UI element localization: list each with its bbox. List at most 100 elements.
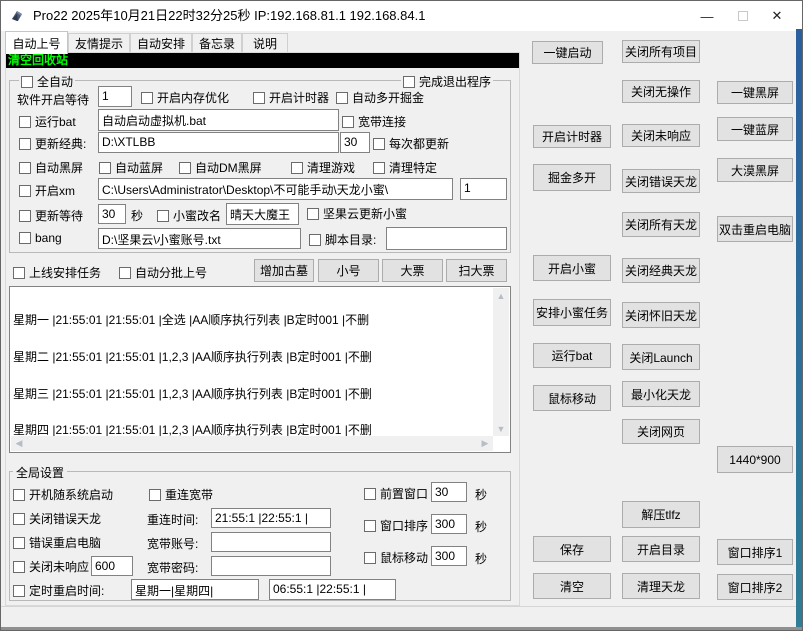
close-all-projects-button[interactable]: 关闭所有项目	[622, 40, 700, 63]
xiaomi-rename-checkbox[interactable]: 小蜜改名	[157, 207, 221, 224]
reconnect-time-input[interactable]: 21:55:1 |22:55:1 |	[211, 508, 331, 528]
close-error-tl-checkbox[interactable]: 关闭错误天龙	[13, 510, 101, 527]
close-classic-tl-button[interactable]: 关闭经典天龙	[622, 258, 700, 283]
auto-dm-black-checkbox[interactable]: 自动DM黑屏	[179, 159, 262, 176]
reboot-times-input[interactable]: 06:55:1 |22:55:1 |	[269, 579, 396, 600]
finish-exit-checkbox[interactable]: 完成退出程序	[401, 73, 493, 90]
close-nostalgia-tl-button[interactable]: 关闭怀旧天龙	[622, 302, 700, 328]
mouse-move-button[interactable]: 鼠标移动	[533, 385, 611, 411]
maximize-button[interactable]	[727, 1, 759, 31]
open-xiaomi-button[interactable]: 开启小蜜	[533, 255, 611, 281]
horizontal-scrollbar[interactable]: ◀ ▶	[11, 436, 493, 451]
unzip-tlfz-button[interactable]: 解压tlfz	[622, 501, 700, 528]
multi-gold-checkbox[interactable]: 自动多开掘金	[336, 89, 424, 106]
one-key-start-button[interactable]: 一键启动	[532, 41, 603, 64]
close-no-op-button[interactable]: 关闭无操作	[622, 80, 700, 103]
open-timer-button[interactable]: 开启计时器	[533, 125, 611, 148]
list-item[interactable]: 星期三 |21:55:01 |21:55:01 |1,2,3 |AA顺序执行列表…	[13, 388, 492, 400]
memory-opt-checkbox[interactable]: 开启内存优化	[141, 89, 229, 106]
list-item[interactable]: 星期二 |21:55:01 |21:55:01 |1,2,3 |AA顺序执行列表…	[13, 351, 492, 363]
broadband-account-input[interactable]	[211, 532, 331, 552]
one-key-black-button[interactable]: 一键黑屏	[717, 81, 793, 104]
front-window-checkbox[interactable]: 前置窗口	[364, 485, 428, 502]
vertical-scrollbar[interactable]: ▲ ▼	[493, 288, 509, 436]
tab-auto-arrange[interactable]: 自动安排	[130, 33, 192, 53]
update-classic-checkbox[interactable]: 更新经典:	[19, 135, 86, 152]
timed-reboot-checkbox[interactable]: 定时重启时间:	[13, 582, 104, 599]
close-error-tl-button[interactable]: 关闭错误天龙	[622, 169, 700, 193]
close-launch-button[interactable]: 关闭Launch	[622, 344, 700, 370]
startup-wait-input[interactable]: 1	[98, 86, 132, 107]
scan-big-ticket-button[interactable]: 扫大票	[446, 259, 507, 282]
error-reboot-checkbox[interactable]: 错误重启电脑	[13, 534, 101, 551]
close-unresponsive-button[interactable]: 关闭未响应	[622, 124, 700, 147]
list-item[interactable]: 星期四 |21:55:01 |21:55:01 |1,2,3 |AA顺序执行列表…	[13, 424, 492, 436]
window-sort2-button[interactable]: 窗口排序2	[717, 574, 793, 600]
arrange-xiaomi-button[interactable]: 安排小蜜任务	[533, 299, 611, 326]
small-account-button[interactable]: 小号	[318, 259, 379, 282]
close-unresponsive-checkbox[interactable]: 关闭未响应	[13, 558, 89, 575]
resolution-button[interactable]: 1440*900	[717, 446, 793, 473]
save-button[interactable]: 保存	[533, 536, 611, 562]
clean-tl-button[interactable]: 清理天龙	[622, 573, 700, 599]
bat-path-input[interactable]: 自动启动虚拟机.bat	[98, 109, 339, 131]
tab-friendly-tips[interactable]: 友情提示	[68, 33, 130, 53]
xiaomi-name-input[interactable]: 晴天大魔王	[226, 203, 299, 225]
tab-memo[interactable]: 备忘录	[192, 33, 242, 53]
scroll-right-icon[interactable]: ▶	[477, 436, 493, 451]
schedule-list[interactable]: 星期一 |21:55:01 |21:55:01 |全选 |AA顺序执行列表 |B…	[9, 286, 511, 453]
update-wait-input[interactable]: 30	[98, 204, 126, 224]
full-auto-checkbox[interactable]: 全自动	[19, 73, 75, 90]
script-dir-checkbox[interactable]: 脚本目录:	[309, 231, 376, 248]
bang-path-input[interactable]: D:\坚果云\小蜜账号.txt	[98, 228, 301, 249]
close-button[interactable]: ✕	[761, 1, 793, 31]
window-sort-input[interactable]: 300	[431, 514, 467, 534]
add-gumu-button[interactable]: 增加古墓	[254, 259, 314, 282]
xm-path-input[interactable]: C:\Users\Administrator\Desktop\不可能手动\天龙小…	[98, 178, 453, 200]
run-bat-checkbox[interactable]: 运行bat	[19, 113, 76, 130]
nutstore-update-checkbox[interactable]: 坚果云更新小蜜	[307, 205, 407, 222]
auto-blue-checkbox[interactable]: 自动蓝屏	[99, 159, 163, 176]
clear-button[interactable]: 清空	[533, 573, 611, 599]
mouse-move-input[interactable]: 300	[431, 546, 467, 566]
run-bat-button[interactable]: 运行bat	[533, 343, 611, 368]
big-ticket-button[interactable]: 大票	[382, 259, 443, 282]
scroll-left-icon[interactable]: ◀	[11, 436, 27, 451]
minimize-tl-button[interactable]: 最小化天龙	[622, 381, 700, 407]
batch-login-checkbox[interactable]: 自动分批上号	[119, 264, 207, 281]
dblclick-reboot-button[interactable]: 双击重启电脑	[717, 216, 793, 242]
front-window-input[interactable]: 30	[431, 482, 467, 502]
script-dir-input[interactable]	[386, 227, 507, 250]
window-sort1-button[interactable]: 窗口排序1	[717, 539, 793, 565]
scroll-up-icon[interactable]: ▲	[493, 288, 509, 303]
clean-game-checkbox[interactable]: 清理游戏	[291, 159, 355, 176]
damo-black-button[interactable]: 大漠黑屏	[717, 158, 793, 182]
always-update-checkbox[interactable]: 每次都更新	[373, 135, 449, 152]
tab-help[interactable]: 说明	[242, 33, 288, 53]
tab-auto-login[interactable]: 自动上号	[5, 31, 68, 54]
auto-black-checkbox[interactable]: 自动黑屏	[19, 159, 83, 176]
open-dir-button[interactable]: 开启目录	[622, 536, 700, 562]
close-webpage-button[interactable]: 关闭网页	[622, 419, 700, 444]
classic-wait-input[interactable]: 30	[340, 132, 370, 153]
scroll-down-icon[interactable]: ▼	[493, 421, 509, 436]
reconnect-broadband-checkbox[interactable]: 重连宽带	[149, 486, 213, 503]
mouse-move-checkbox[interactable]: 鼠标移动	[364, 549, 428, 566]
list-item[interactable]: 星期一 |21:55:01 |21:55:01 |全选 |AA顺序执行列表 |B…	[13, 314, 492, 326]
broadband-password-input[interactable]	[211, 556, 331, 576]
open-timer-checkbox[interactable]: 开启计时器	[253, 89, 329, 106]
xm-count-input[interactable]: 1	[460, 178, 507, 200]
close-all-tl-button[interactable]: 关闭所有天龙	[622, 212, 700, 237]
close-unresponsive-input[interactable]: 600	[91, 556, 133, 576]
gold-multi-button[interactable]: 掘金多开	[533, 164, 611, 191]
broadband-connect-checkbox[interactable]: 宽带连接	[342, 113, 406, 130]
classic-path-input[interactable]: D:\XTLBB	[98, 132, 339, 153]
bang-checkbox[interactable]: bang	[19, 231, 62, 245]
boot-start-checkbox[interactable]: 开机随系统启动	[13, 486, 113, 503]
reboot-days-input[interactable]: 星期一|星期四|	[131, 579, 259, 600]
online-tasks-checkbox[interactable]: 上线安排任务	[13, 264, 101, 281]
one-key-blue-button[interactable]: 一键蓝屏	[717, 117, 793, 141]
open-xm-checkbox[interactable]: 开启xm	[19, 182, 75, 199]
minimize-button[interactable]: —	[691, 1, 723, 31]
window-sort-checkbox[interactable]: 窗口排序	[364, 517, 428, 534]
